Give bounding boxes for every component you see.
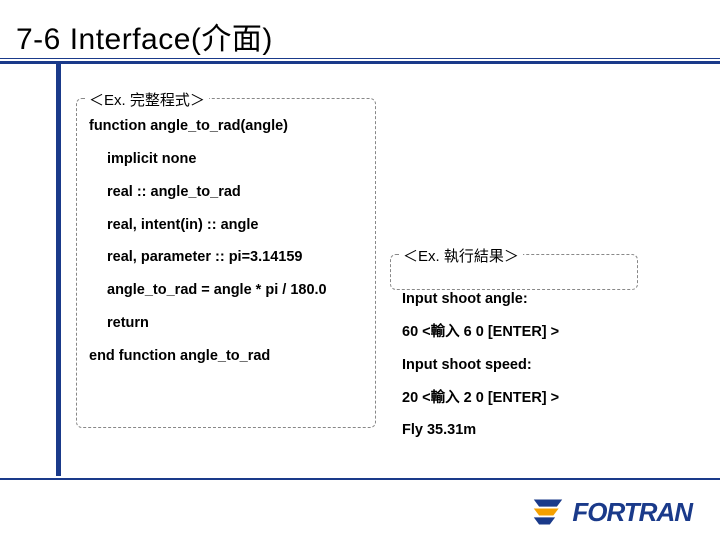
code-line: real :: angle_to_rad (89, 183, 365, 202)
result-line: Input shoot angle: (402, 290, 559, 309)
result-line: 60 <輸入 6 0 [ENTER] > (402, 323, 559, 342)
code-box-legend: ＜Ex. 完整程式＞ (85, 89, 209, 110)
code-line: return (89, 314, 365, 333)
footer-line (0, 478, 720, 480)
result-line: Input shoot speed: (402, 356, 559, 375)
code-content: function angle_to_rad(angle) implicit no… (77, 99, 375, 390)
code-line: real, intent(in) :: angle (89, 216, 365, 235)
result-line: 20 <輸入 2 0 [ENTER] > (402, 389, 559, 408)
logo-text: FORTRAN (572, 497, 692, 528)
code-line: angle_to_rad = angle * pi / 180.0 (89, 281, 365, 300)
code-example-box: ＜Ex. 完整程式＞ function angle_to_rad(angle) … (76, 98, 376, 428)
result-example-box: ＜Ex. 執行結果＞ (390, 254, 638, 290)
title-underline (0, 58, 720, 64)
result-content: Input shoot angle: 60 <輸入 6 0 [ENTER] > … (402, 290, 559, 454)
code-line: function angle_to_rad(angle) (89, 117, 365, 136)
result-box-legend: ＜Ex. 執行結果＞ (399, 245, 523, 266)
slide: 7-6 Interface(介面) ＜Ex. 完整程式＞ function an… (0, 0, 720, 540)
code-line: implicit none (89, 150, 365, 169)
fortran-logo: FORTRAN (530, 496, 692, 528)
logo-mark-icon (530, 496, 566, 528)
vertical-accent-line (56, 63, 61, 476)
slide-title: 7-6 Interface(介面) (16, 14, 720, 58)
code-line: end function angle_to_rad (89, 347, 365, 366)
code-line: real, parameter :: pi=3.14159 (89, 248, 365, 267)
title-area: 7-6 Interface(介面) (0, 0, 720, 58)
result-line: Fly 35.31m (402, 421, 559, 440)
